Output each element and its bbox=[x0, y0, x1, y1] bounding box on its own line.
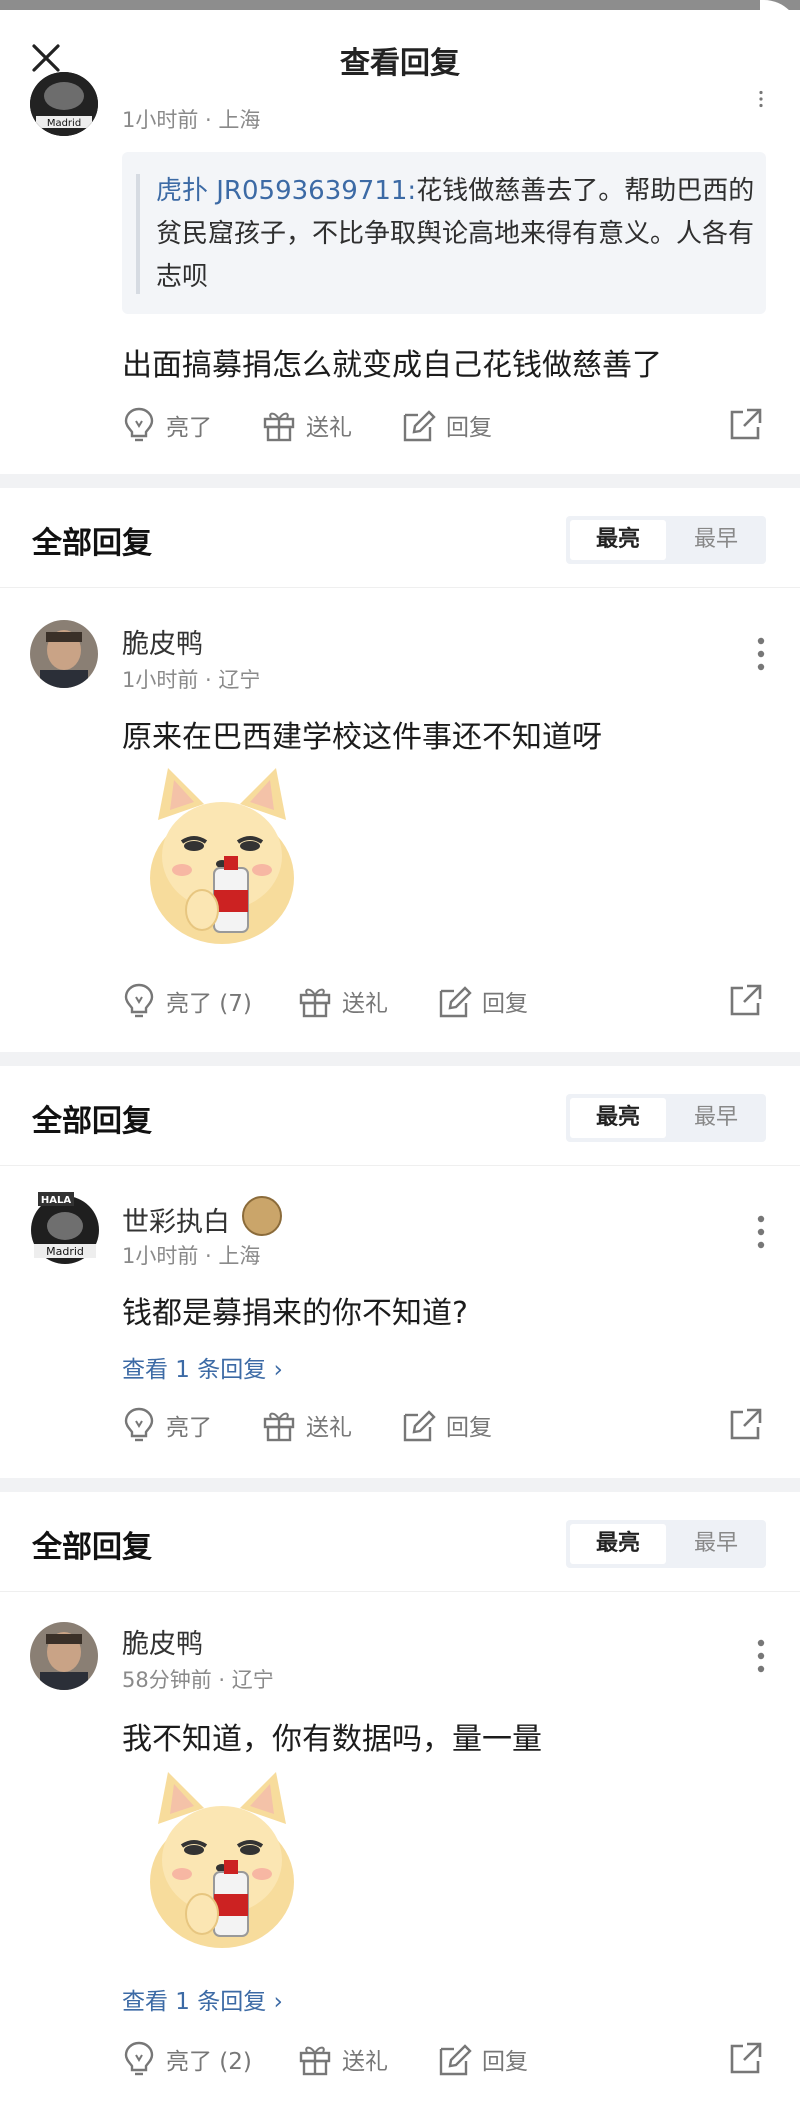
gift-icon bbox=[299, 988, 331, 1018]
lightbulb-icon bbox=[124, 2041, 154, 2076]
divider bbox=[0, 1478, 800, 1492]
quote-author[interactable]: 虎扑 JR0593639711: bbox=[156, 176, 416, 206]
share-icon[interactable] bbox=[728, 2040, 764, 2076]
gift-button[interactable]: 送礼 bbox=[262, 1400, 352, 1450]
comment-body: 原来在巴西建学校这件事还不知道呀 bbox=[122, 720, 602, 755]
comment-body: 出面搞募捐怎么就变成自己花钱做慈善了 bbox=[122, 348, 662, 383]
section-header: 全部回复 最亮 最早 bbox=[0, 1492, 800, 1592]
avatar[interactable] bbox=[30, 1622, 98, 1690]
divider bbox=[0, 1052, 800, 1066]
action-bar: 亮了 (2) 送礼 回复 bbox=[122, 2034, 772, 2084]
comment-body: 我不知道，你有数据吗，量一量 bbox=[122, 1722, 542, 1757]
comment-meta: 58分钟前 · 辽宁 bbox=[122, 1668, 274, 1692]
share-icon[interactable] bbox=[728, 406, 764, 442]
edit-icon bbox=[439, 2044, 472, 2076]
gift-icon bbox=[263, 1412, 295, 1442]
sort-early-tab[interactable]: 最早 bbox=[670, 520, 762, 560]
section-title: 全部回复 bbox=[32, 1104, 152, 1139]
username[interactable]: 世彩执白 bbox=[122, 1200, 230, 1239]
lightbulb-icon bbox=[124, 983, 154, 1018]
lightbulb-icon bbox=[124, 1407, 154, 1442]
divider bbox=[0, 474, 800, 488]
section-header: 全部回复 最亮 最早 bbox=[0, 488, 800, 588]
avatar[interactable]: Madrid bbox=[30, 72, 98, 136]
like-button[interactable]: 亮了 (2) bbox=[122, 2034, 252, 2084]
comment-meta: 1小时前 · 上海 bbox=[122, 1244, 261, 1268]
username[interactable]: 脆皮鸭 bbox=[122, 622, 203, 661]
like-button[interactable]: 亮了 bbox=[122, 400, 212, 450]
edit-icon bbox=[439, 986, 472, 1018]
sort-early-tab[interactable]: 最早 bbox=[670, 1524, 762, 1564]
more-options-icon[interactable] bbox=[754, 1214, 768, 1250]
comment-meta: 1小时前 · 辽宁 bbox=[122, 668, 261, 692]
header: 查看回复 bbox=[0, 10, 800, 106]
action-bar: 亮了 (7) 送礼 回复 bbox=[122, 976, 772, 1026]
gift-button[interactable]: 送礼 bbox=[298, 2034, 388, 2084]
action-bar: 亮了 送礼 回复 bbox=[122, 400, 772, 450]
like-button[interactable]: 亮了 bbox=[122, 1400, 212, 1450]
like-button[interactable]: 亮了 (7) bbox=[122, 976, 252, 1026]
sort-hot-tab[interactable]: 最亮 bbox=[570, 520, 666, 560]
sort-toggle: 最亮 最早 bbox=[566, 1094, 766, 1142]
edit-icon bbox=[403, 410, 436, 442]
edit-icon bbox=[403, 1410, 436, 1442]
share-icon[interactable] bbox=[728, 1406, 764, 1442]
gift-icon bbox=[299, 2046, 331, 2076]
page-title: 查看回复 bbox=[340, 46, 460, 81]
sort-early-tab[interactable]: 最早 bbox=[670, 1098, 762, 1138]
view-replies-link[interactable]: 查看 1 条回复 › bbox=[122, 1982, 283, 2016]
sticker-image[interactable] bbox=[130, 1764, 314, 1954]
more-options-icon[interactable] bbox=[754, 636, 768, 672]
avatar[interactable] bbox=[30, 620, 98, 688]
reply-button[interactable]: 回复 bbox=[400, 1400, 492, 1450]
sticker-image[interactable] bbox=[130, 760, 314, 950]
sort-toggle: 最亮 最早 bbox=[566, 1520, 766, 1568]
lightbulb-icon bbox=[124, 407, 154, 442]
reply-button[interactable]: 回复 bbox=[436, 976, 528, 1026]
gift-button[interactable]: 送礼 bbox=[298, 976, 388, 1026]
svg-text:Madrid: Madrid bbox=[47, 118, 81, 129]
action-bar: 亮了 送礼 回复 bbox=[122, 1400, 772, 1450]
sort-hot-tab[interactable]: 最亮 bbox=[570, 1098, 666, 1138]
reply-button[interactable]: 回复 bbox=[400, 400, 492, 450]
view-replies-link[interactable]: 查看 1 条回复 › bbox=[122, 1350, 283, 1384]
more-options-icon[interactable] bbox=[754, 90, 768, 108]
svg-text:HALA: HALA bbox=[41, 1195, 71, 1206]
gift-button[interactable]: 送礼 bbox=[262, 400, 352, 450]
share-icon[interactable] bbox=[728, 982, 764, 1018]
avatar[interactable]: HALA Madrid bbox=[28, 1190, 102, 1268]
gift-icon bbox=[263, 412, 295, 442]
svg-text:Madrid: Madrid bbox=[46, 1245, 84, 1258]
comment-body: 钱都是募捐来的你不知道? bbox=[122, 1296, 468, 1331]
section-title: 全部回复 bbox=[32, 526, 152, 561]
sort-toggle: 最亮 最早 bbox=[566, 516, 766, 564]
reply-button[interactable]: 回复 bbox=[436, 2034, 528, 2084]
badge-icon bbox=[242, 1196, 282, 1236]
quoted-comment[interactable]: 虎扑 JR0593639711:花钱做慈善去了。帮助巴西的贫民窟孩子，不比争取舆… bbox=[122, 152, 766, 314]
section-title: 全部回复 bbox=[32, 1530, 152, 1565]
comment-meta: 1小时前 · 上海 bbox=[122, 108, 261, 132]
username[interactable]: 脆皮鸭 bbox=[122, 1622, 203, 1661]
sort-hot-tab[interactable]: 最亮 bbox=[570, 1524, 666, 1564]
section-header: 全部回复 最亮 最早 bbox=[0, 1066, 800, 1166]
more-options-icon[interactable] bbox=[754, 1638, 768, 1674]
status-strip bbox=[0, 0, 800, 40]
